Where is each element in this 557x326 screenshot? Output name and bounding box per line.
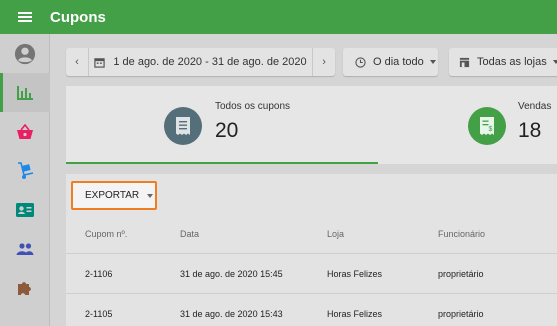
receipt-date: 31 de ago. de 2020 15:45	[180, 268, 283, 279]
chevron-down-icon	[147, 193, 154, 198]
sidebar	[0, 34, 50, 326]
table-header: Cupom nº. Data Loja Funcionário	[66, 222, 557, 246]
sidebar-item-employees[interactable]	[0, 190, 50, 229]
calendar-icon	[94, 57, 106, 68]
column-header[interactable]: Cupom nº.	[85, 229, 127, 239]
active-stat-indicator	[66, 162, 378, 164]
receipt-number: 2-1105	[85, 308, 113, 319]
date-range-label: 1 de ago. de 2020 - 31 de ago. de 2020	[113, 56, 307, 68]
receipt-icon	[164, 107, 202, 145]
chevron-down-icon	[552, 60, 557, 64]
previous-period-button[interactable]: ‹	[66, 48, 88, 76]
time-filter-label: O dia todo	[373, 56, 424, 68]
chevron-down-icon	[429, 60, 436, 64]
sidebar-item-sales[interactable]	[0, 112, 50, 151]
user-avatar-icon	[14, 43, 36, 64]
clock-icon	[355, 56, 366, 68]
receipt-employee: proprietário	[438, 268, 484, 279]
sidebar-item-integrations[interactable]	[0, 268, 50, 307]
store-filter-dropdown[interactable]: Todas as lojas	[449, 48, 557, 76]
date-range-button[interactable]: 1 de ago. de 2020 - 31 de ago. de 2020	[89, 56, 312, 68]
top-app-bar: Cupons	[0, 0, 557, 34]
date-range-picker: ‹ 1 de ago. de 2020 - 31 de ago. de 2020…	[66, 48, 335, 76]
receipt-date: 31 de ago. de 2020 15:43	[180, 308, 283, 319]
sidebar-item-inventory[interactable]	[0, 151, 50, 190]
sidebar-item-account[interactable]	[0, 34, 50, 73]
stats-card: Todos os cupons 20 $ Vendas 18	[66, 86, 557, 164]
receipt-store: Horas Felizes	[327, 308, 383, 319]
puzzle-piece-icon	[18, 281, 31, 295]
id-card-icon	[16, 202, 34, 217]
next-period-button[interactable]: ›	[313, 48, 335, 76]
column-header[interactable]: Loja	[327, 229, 344, 239]
bar-chart-icon	[17, 85, 33, 100]
sidebar-item-customers[interactable]	[0, 229, 50, 268]
export-button-label: EXPORTAR	[85, 190, 140, 201]
hand-truck-icon	[18, 161, 34, 179]
main-content: ‹ 1 de ago. de 2020 - 31 de ago. de 2020…	[50, 34, 557, 326]
people-icon	[16, 242, 34, 255]
hamburger-menu-icon[interactable]	[0, 0, 50, 34]
filter-bar: ‹ 1 de ago. de 2020 - 31 de ago. de 2020…	[50, 48, 557, 76]
basket-icon	[17, 123, 33, 139]
stat-value: 18	[518, 119, 542, 142]
table-row[interactable]: 2-1106 31 de ago. de 2020 15:45 Horas Fe…	[66, 253, 557, 293]
table-row[interactable]: 2-1105 31 de ago. de 2020 15:43 Horas Fe…	[66, 293, 557, 326]
svg-text:$: $	[489, 126, 493, 133]
time-filter-dropdown[interactable]: O dia todo	[343, 48, 438, 76]
store-icon	[459, 57, 470, 67]
export-button[interactable]: EXPORTAR	[71, 181, 157, 210]
sidebar-item-reports[interactable]	[0, 73, 50, 112]
stat-value: 20	[215, 119, 239, 142]
receipt-number: 2-1106	[85, 268, 113, 279]
receipts-table-card: EXPORTAR Cupom nº. Data Loja Funcionário…	[66, 174, 557, 326]
column-header[interactable]: Funcionário	[438, 229, 485, 239]
chevron-left-icon: ‹	[75, 56, 79, 68]
stat-label: Vendas	[518, 101, 552, 112]
receipt-store: Horas Felizes	[327, 268, 383, 279]
chevron-right-icon: ›	[322, 56, 326, 68]
column-header[interactable]: Data	[180, 229, 199, 239]
receipt-money-icon: $	[468, 107, 506, 145]
receipt-employee: proprietário	[438, 308, 484, 319]
store-filter-label: Todas as lojas	[477, 56, 547, 68]
page-title: Cupons	[50, 8, 106, 26]
stat-label: Todos os cupons	[215, 101, 291, 112]
